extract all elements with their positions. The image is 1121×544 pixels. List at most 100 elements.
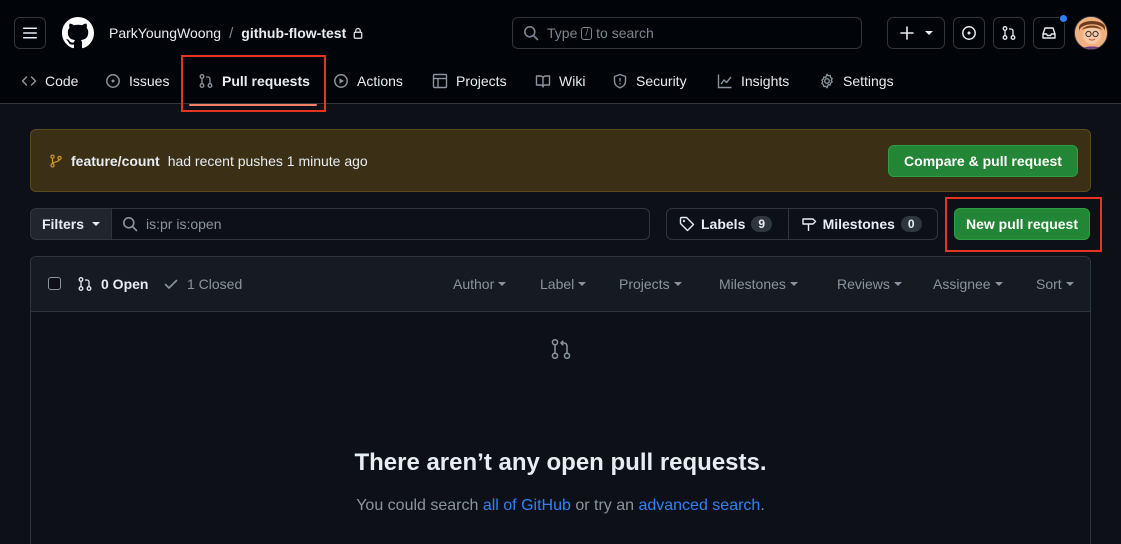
closed-filter-link[interactable]: 1 Closed: [163, 276, 242, 292]
menu-label: Projects: [619, 276, 670, 292]
tab-label: Code: [45, 73, 79, 89]
menu-label: Milestones: [719, 276, 786, 292]
sort-menu[interactable]: Sort: [1036, 276, 1074, 292]
avatar[interactable]: [1074, 16, 1108, 50]
tab-insights[interactable]: Insights: [717, 64, 789, 98]
milestones-filter-menu[interactable]: Milestones: [719, 276, 798, 292]
chevron-down-icon: [994, 282, 1003, 286]
milestones-button[interactable]: Milestones 0: [787, 209, 937, 239]
notifications-button[interactable]: [1033, 14, 1068, 49]
milestone-icon: [801, 218, 816, 231]
all-of-github-link[interactable]: all of GitHub: [483, 497, 571, 514]
blankslate-text-2: or try an: [570, 497, 639, 514]
repo-name-link[interactable]: github-flow-test: [241, 25, 346, 41]
tab-security[interactable]: Security: [612, 64, 687, 98]
menu-button[interactable]: [14, 17, 46, 49]
active-tab-indicator: [189, 104, 317, 106]
pull-request-icon: [199, 74, 213, 88]
search-icon: [123, 217, 138, 232]
milestones-count: 0: [900, 216, 922, 232]
tab-settings[interactable]: Settings: [819, 64, 894, 98]
reviews-filter-menu[interactable]: Reviews: [837, 276, 902, 292]
advanced-search-link[interactable]: advanced search: [638, 497, 760, 514]
tab-pull-requests[interactable]: Pull requests: [198, 64, 310, 98]
pull-request-icon: [1002, 26, 1016, 40]
select-all-checkbox[interactable]: [48, 277, 61, 290]
inbox-icon: [1042, 27, 1056, 39]
branch-name[interactable]: feature/count: [71, 153, 160, 169]
chevron-down-icon: [893, 282, 902, 286]
tag-icon: [679, 216, 695, 232]
blankslate-text-1: You could search: [356, 497, 483, 514]
branch-icon: [50, 154, 62, 168]
projects-filter-menu[interactable]: Projects: [619, 276, 682, 292]
tab-label: Wiki: [559, 73, 586, 89]
issue-icon: [106, 74, 120, 88]
tab-wiki[interactable]: Wiki: [535, 64, 585, 98]
tab-projects[interactable]: Projects: [432, 64, 507, 98]
tab-label: Pull requests: [222, 73, 310, 89]
chevron-down-icon: [578, 282, 587, 286]
play-icon: [334, 74, 348, 88]
new-pull-request-button[interactable]: New pull request: [954, 208, 1090, 240]
repo-header: ParkYoungWoong / github-flow-test Type /…: [0, 0, 1121, 104]
tab-issues[interactable]: Issues: [105, 64, 169, 98]
compare-pull-request-button[interactable]: Compare & pull request: [888, 145, 1078, 177]
milestones-label: Milestones: [822, 216, 895, 232]
tab-label: Settings: [843, 73, 894, 89]
recent-push-banner: feature/count had recent pushes 1 minute…: [30, 129, 1091, 192]
search-placeholder-prefix: Type: [547, 25, 578, 41]
breadcrumb-separator: /: [229, 24, 234, 42]
breadcrumb: ParkYoungWoong / github-flow-test: [109, 24, 364, 42]
chevron-down-icon: [673, 282, 682, 286]
labels-milestones-group: Labels 9 Milestones 0: [666, 208, 938, 240]
graph-icon: [717, 74, 732, 89]
filter-query: is:pr is:open: [146, 216, 222, 232]
filter-search-input[interactable]: is:pr is:open: [111, 208, 650, 240]
label-filter-menu[interactable]: Label: [540, 276, 587, 292]
issue-icon: [962, 26, 976, 40]
your-pull-requests-button[interactable]: [993, 17, 1025, 49]
hamburger-icon: [23, 27, 37, 39]
pull-request-icon: [549, 337, 573, 361]
assignee-filter-menu[interactable]: Assignee: [933, 276, 1003, 292]
pull-request-icon: [78, 277, 92, 291]
chevron-down-icon: [92, 222, 100, 226]
repo-owner-link[interactable]: ParkYoungWoong: [109, 25, 221, 41]
code-icon: [21, 76, 37, 86]
lock-icon: [352, 27, 364, 39]
tab-code[interactable]: Code: [21, 64, 78, 98]
blankslate-heading: There aren’t any open pull requests.: [354, 449, 767, 476]
shield-icon: [613, 73, 627, 89]
tab-label: Projects: [456, 73, 507, 89]
table-icon: [432, 73, 448, 89]
book-icon: [535, 75, 551, 88]
create-new-button[interactable]: [887, 17, 945, 49]
chevron-down-icon: [498, 282, 507, 286]
tab-actions[interactable]: Actions: [333, 64, 403, 98]
menu-label: Assignee: [933, 276, 991, 292]
open-filter-link[interactable]: 0 Open: [77, 276, 148, 292]
chevron-down-icon: [1065, 282, 1074, 286]
author-filter-menu[interactable]: Author: [453, 276, 507, 292]
pull-request-list: 0 Open 1 Closed Author Label Projects Mi…: [30, 256, 1091, 544]
labels-button[interactable]: Labels 9: [667, 209, 788, 239]
recent-push-message: feature/count had recent pushes 1 minute…: [49, 153, 368, 169]
search-input[interactable]: Type / to search: [512, 17, 862, 49]
filters-dropdown-button[interactable]: Filters: [30, 208, 112, 240]
search-icon: [524, 26, 539, 41]
tab-label: Actions: [357, 73, 403, 89]
list-header: 0 Open 1 Closed Author Label Projects Mi…: [31, 257, 1090, 312]
labels-label: Labels: [701, 216, 746, 232]
github-logo-icon[interactable]: [62, 17, 94, 49]
your-issues-button[interactable]: [953, 17, 985, 49]
menu-label: Sort: [1036, 276, 1062, 292]
menu-label: Reviews: [837, 276, 890, 292]
chevron-down-icon: [789, 282, 798, 286]
menu-label: Author: [453, 276, 495, 292]
blankslate-description: You could search all of GitHub or try an…: [31, 497, 1090, 515]
repo-nav-tabs: Code Issues Pull requests Actions Projec…: [0, 64, 1121, 104]
labels-count: 9: [751, 216, 773, 232]
menu-label: Label: [540, 276, 575, 292]
search-placeholder-suffix: to search: [596, 25, 654, 41]
